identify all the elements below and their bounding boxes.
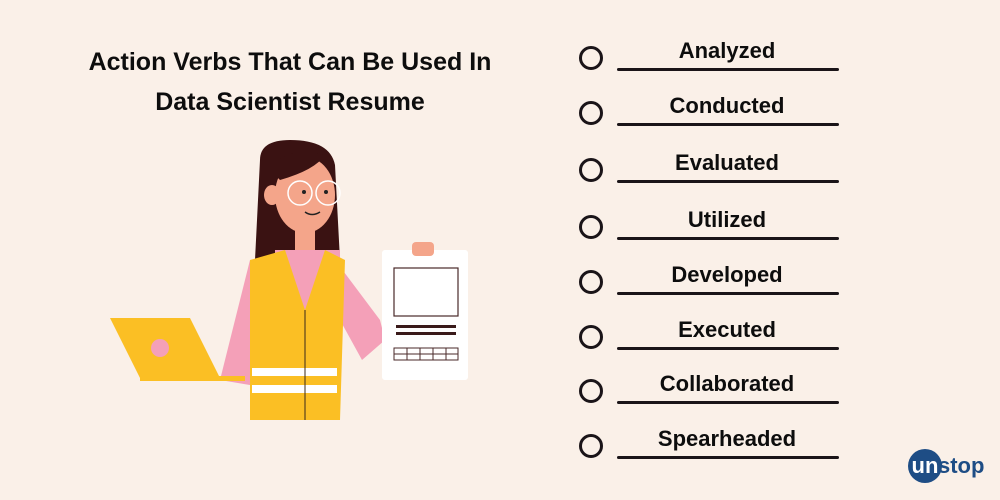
verb-label: Evaluated bbox=[675, 150, 779, 175]
verb-item: Executed bbox=[577, 317, 847, 371]
underline bbox=[617, 123, 839, 126]
data-scientist-illustration bbox=[110, 140, 468, 420]
underline bbox=[617, 401, 839, 404]
checkbox-circle-icon[interactable] bbox=[579, 46, 603, 70]
title-line-1: Action Verbs That Can Be Used In bbox=[88, 48, 492, 76]
verb-label: Spearheaded bbox=[657, 426, 797, 451]
checkbox-circle-icon[interactable] bbox=[579, 379, 603, 403]
verb-label: Developed bbox=[671, 262, 783, 287]
underline bbox=[617, 237, 839, 240]
checkbox-circle-icon[interactable] bbox=[579, 215, 603, 239]
checkbox-circle-icon[interactable] bbox=[579, 325, 603, 349]
verb-item: Spearheaded bbox=[577, 426, 847, 480]
underline bbox=[617, 456, 839, 459]
page-title: Action Verbs That Can Be Used In Data Sc… bbox=[40, 42, 540, 122]
verb-label: Executed bbox=[678, 317, 776, 342]
checkbox-circle-icon[interactable] bbox=[579, 434, 603, 458]
checkbox-circle-icon[interactable] bbox=[579, 158, 603, 182]
unstop-logo[interactable]: un stop bbox=[908, 449, 984, 483]
verb-label: Conducted bbox=[669, 93, 785, 118]
underline bbox=[617, 347, 839, 350]
title-line-2: Data Scientist Resume bbox=[155, 88, 425, 116]
ear bbox=[264, 185, 280, 205]
logo-text: stop bbox=[938, 453, 985, 478]
verb-item: Developed bbox=[577, 262, 847, 316]
checkbox-circle-icon[interactable] bbox=[579, 101, 603, 125]
verb-item: Analyzed bbox=[577, 38, 847, 92]
verb-item: Collaborated bbox=[577, 371, 847, 425]
verb-label: Utilized bbox=[687, 207, 767, 232]
checkbox-circle-icon[interactable] bbox=[579, 270, 603, 294]
underline bbox=[617, 68, 839, 71]
verb-label: Analyzed bbox=[678, 38, 776, 63]
verb-item: Conducted bbox=[577, 93, 847, 147]
verb-label: Collaborated bbox=[659, 371, 795, 396]
underline bbox=[617, 292, 839, 295]
underline bbox=[617, 180, 839, 183]
verb-item: Utilized bbox=[577, 207, 847, 261]
logo-badge: un bbox=[908, 449, 942, 483]
verb-item: Evaluated bbox=[577, 150, 847, 204]
